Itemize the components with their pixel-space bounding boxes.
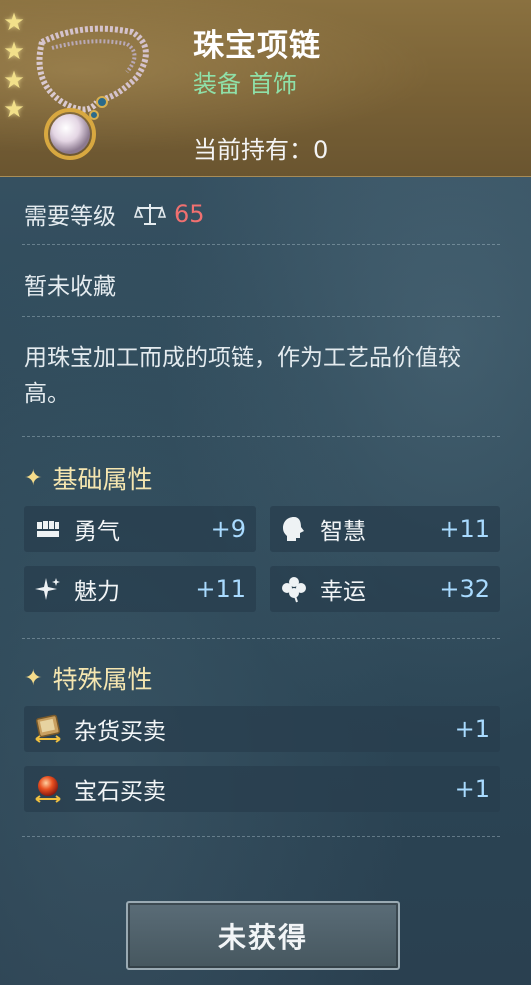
attribute-value: +1 — [454, 715, 490, 743]
head-icon — [278, 513, 310, 545]
attribute-charm: 魅力 +11 — [24, 566, 256, 612]
attribute-label: 魅力 — [74, 579, 120, 605]
scale-icon — [134, 204, 166, 225]
basic-attributes-title: ✦ 基础属性 — [24, 460, 152, 496]
attribute-value: +11 — [195, 575, 246, 603]
attribute-courage: 勇气 +9 — [24, 506, 256, 552]
item-name: 珠宝项链 — [193, 28, 321, 64]
special-attributes-title: ✦ 特殊属性 — [24, 660, 152, 696]
item-slot: 首饰 — [249, 70, 297, 98]
attribute-value: +9 — [210, 515, 246, 543]
attribute-value: +32 — [439, 575, 490, 603]
sparkle-icon: ✦ — [24, 665, 43, 691]
item-header: ★ ★ ★ ★ 珠宝项链 装备 首饰 当前持有：0 — [0, 0, 531, 177]
divider — [22, 316, 500, 317]
special-attribute-gem-trade: 宝石买卖 +1 — [24, 766, 500, 812]
divider — [22, 836, 500, 837]
attribute-label: 杂货买卖 — [74, 719, 166, 745]
special-attribute-goods-trade: 杂货买卖 +1 — [24, 706, 500, 752]
gem-trade-icon — [32, 773, 64, 805]
attribute-value: +11 — [439, 515, 490, 543]
sparkle-icon — [32, 573, 64, 605]
attribute-label: 幸运 — [320, 579, 366, 605]
attribute-label: 智慧 — [320, 519, 366, 545]
fist-icon — [32, 513, 64, 545]
not-obtained-button[interactable]: 未获得 — [126, 901, 400, 970]
item-description: 用珠宝加工而成的项链，作为工艺品价值较高。 — [24, 345, 461, 407]
held-count: 0 — [313, 136, 329, 164]
required-level-row: 需要等级 65 — [24, 197, 205, 231]
required-level-label: 需要等级 — [24, 204, 116, 230]
attribute-label: 宝石买卖 — [74, 779, 166, 805]
item-type: 装备 首饰 — [193, 64, 305, 99]
required-level-value: 65 — [174, 200, 205, 228]
clover-icon — [278, 573, 310, 605]
attribute-luck: 幸运 +32 — [270, 566, 500, 612]
goods-trade-icon — [32, 713, 64, 745]
divider — [22, 638, 500, 639]
held-count-row: 当前持有：0 — [193, 130, 328, 165]
attribute-label: 勇气 — [74, 519, 120, 545]
divider — [22, 436, 500, 437]
necklace-item-image — [36, 25, 149, 160]
item-category: 装备 — [193, 70, 241, 98]
collection-status: 暂未收藏 — [24, 274, 116, 300]
basic-attributes-label: 基础属性 — [52, 465, 153, 494]
divider — [22, 244, 500, 245]
special-attributes-label: 特殊属性 — [52, 665, 153, 694]
held-label: 当前持有： — [193, 136, 313, 164]
sparkle-icon: ✦ — [24, 465, 43, 491]
item-detail-panel: ★ ★ ★ ★ 珠宝项链 装备 首饰 当前持有：0 需要等级 65 暂未收藏 用… — [0, 0, 531, 985]
attribute-value: +1 — [454, 775, 490, 803]
attribute-wisdom: 智慧 +11 — [270, 506, 500, 552]
